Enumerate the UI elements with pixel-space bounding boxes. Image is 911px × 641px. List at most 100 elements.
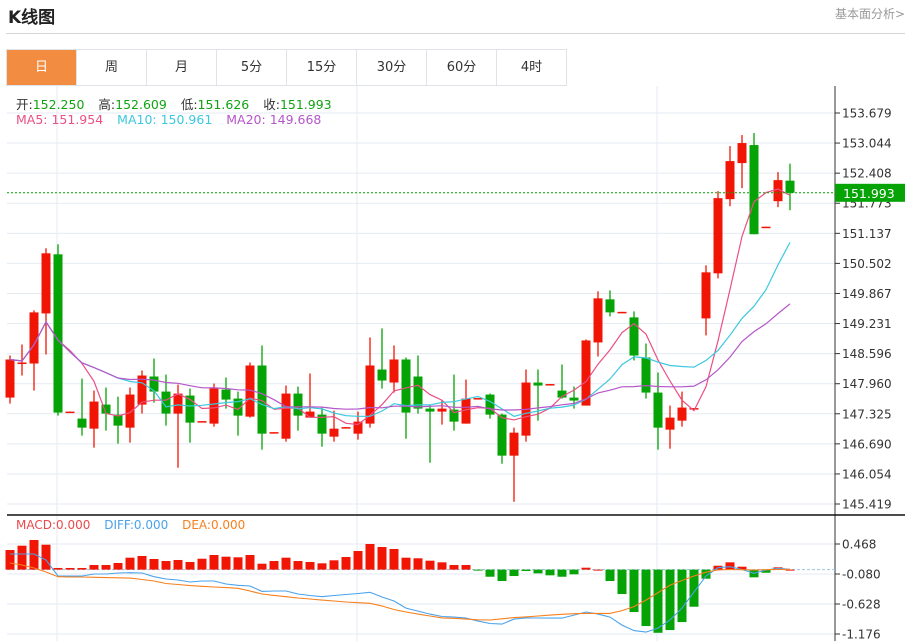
macd-bar [293, 561, 303, 570]
macd-bar [5, 550, 15, 570]
macd-bar [665, 569, 675, 631]
open-value: 152.250 [32, 97, 85, 112]
macd-bar [65, 567, 75, 570]
high-label: 高: [98, 97, 116, 112]
candle-body [605, 299, 615, 313]
high-value: 152.609 [115, 97, 167, 112]
macd-bar [401, 557, 411, 570]
macd-bar [413, 558, 423, 570]
macd-bar [545, 569, 555, 576]
candle-body [269, 432, 279, 434]
macd-bar [437, 562, 447, 570]
open-label: 开: [16, 97, 33, 112]
price-tick-label: 146.690 [842, 437, 892, 451]
candle-body [569, 397, 579, 401]
ma5-line [9, 188, 791, 426]
macd-bar [377, 547, 387, 570]
macd-bar [269, 561, 279, 570]
price-tick-label: 149.231 [842, 317, 892, 331]
candle-body [653, 392, 663, 428]
candle-body [65, 411, 75, 414]
price-tick-label: 153.679 [842, 107, 892, 121]
candle-body [497, 414, 507, 456]
candle-body [17, 362, 27, 365]
candle-body [5, 359, 15, 398]
macd-legend: MACD:0.000 DIFF:0.000 DEA:0.000 [16, 518, 255, 532]
candle-body [53, 254, 63, 413]
candle-body [341, 427, 351, 429]
candle-body [77, 418, 87, 428]
price-tick-label: 147.325 [842, 407, 892, 421]
ma10-line [9, 242, 791, 417]
price-tick-label: 147.960 [842, 377, 892, 391]
macd-bar [533, 569, 543, 574]
low-value: 151.626 [197, 97, 250, 112]
candle-body [641, 357, 651, 393]
candle-body [89, 401, 99, 429]
macd-bar [629, 569, 639, 613]
ma-legend: MA5: 151.954 MA10: 150.961 MA20: 149.668 [16, 112, 331, 127]
macd-bar [281, 557, 291, 570]
ma20-line [9, 303, 791, 411]
macd-bar [725, 562, 735, 570]
macd-bar [305, 562, 315, 570]
candle-body [737, 143, 747, 164]
candle-body [413, 376, 423, 409]
macd-legend-value: MACD:0.000 [16, 518, 91, 532]
macd-bar [677, 569, 687, 623]
macd-bar [473, 569, 483, 571]
candle-body [761, 226, 771, 229]
price-tick-label: 148.596 [842, 347, 892, 361]
open-value-item: 开:152.250 [16, 97, 84, 112]
macd-bar [125, 557, 135, 570]
price-tick-label: 146.054 [842, 467, 892, 481]
macd-bar [245, 555, 255, 570]
macd-bar [509, 569, 519, 577]
low-label: 低: [180, 97, 198, 112]
price-tick-label: 151.137 [842, 227, 892, 241]
macd-bar [521, 569, 531, 572]
diff-legend-value: DIFF:0.000 [104, 518, 169, 532]
macd-bar [29, 540, 39, 570]
candle-body [701, 272, 711, 319]
candle-body [509, 432, 519, 456]
price-tick-label: 145.419 [842, 498, 892, 512]
macd-bar [233, 557, 243, 570]
candle-body [281, 393, 291, 439]
macd-bar [257, 563, 267, 570]
close-value: 151.993 [279, 97, 332, 112]
macd-tick-label: -0.628 [842, 598, 881, 612]
price-tick-label: 149.867 [842, 287, 892, 301]
candle-body [209, 388, 219, 424]
macd-bar [557, 569, 567, 577]
candle-body [389, 359, 399, 383]
candle-body [677, 407, 687, 421]
candle-body [353, 421, 363, 434]
candle-body [545, 384, 555, 386]
close-label: 收: [263, 97, 280, 112]
macd-bar [425, 560, 435, 570]
macd-bar [173, 559, 183, 570]
candle-body [329, 428, 339, 437]
candle-body [221, 389, 231, 400]
macd-bar [581, 567, 591, 570]
macd-bar [353, 551, 363, 570]
candle-body [425, 408, 435, 412]
candle-body [749, 145, 759, 235]
ma10-legend: MA10: 150.961 [117, 112, 213, 127]
macd-bar [77, 567, 87, 570]
macd-tick-label: -0.080 [842, 568, 881, 582]
low-value-item: 低:151.626 [181, 97, 249, 112]
macd-bar [365, 544, 375, 570]
macd-bar [605, 569, 615, 582]
macd-bar [53, 567, 63, 570]
candle-body [173, 393, 183, 414]
ma5-legend: MA5: 151.954 [16, 112, 104, 127]
candle-body [617, 311, 627, 314]
macd-bar [317, 563, 327, 570]
candle-body [725, 161, 735, 200]
macd-bar [449, 565, 459, 570]
macd-bar [497, 569, 507, 582]
candle-body [533, 382, 543, 386]
macd-bar [41, 544, 51, 570]
